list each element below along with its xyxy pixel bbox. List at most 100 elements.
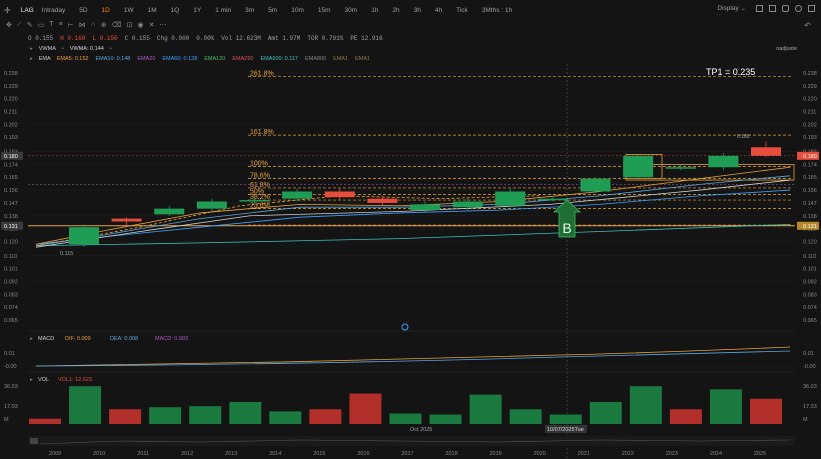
interval-tab[interactable]: 1W — [120, 7, 138, 14]
interval-tab[interactable]: Intraday — [38, 7, 70, 14]
interval-tab[interactable]: 5D — [75, 7, 91, 14]
ema-item[interactable]: EMA250 — [232, 56, 253, 62]
volume-bar[interactable] — [149, 407, 182, 424]
draw-tool-icon[interactable]: ✎ — [27, 21, 33, 29]
ema-item[interactable]: EMA5: 0.152 — [57, 56, 89, 62]
candle-body[interactable] — [537, 198, 568, 201]
measure-icon[interactable]: ⊢ — [68, 21, 74, 29]
volume-bar[interactable] — [549, 414, 582, 424]
candle-body[interactable] — [324, 191, 355, 198]
candle-body[interactable] — [367, 198, 398, 203]
ema-item[interactable]: EMA1 — [355, 56, 370, 62]
candle-body[interactable] — [495, 191, 526, 206]
interval-tab[interactable]: 1Y — [189, 7, 205, 14]
interval-tab[interactable]: 1M — [144, 7, 161, 14]
volume-bar[interactable] — [189, 406, 222, 424]
volume-bar[interactable] — [629, 386, 662, 424]
volume-bar[interactable] — [29, 418, 61, 424]
line-tool-icon[interactable]: ⟋ — [17, 21, 22, 29]
interval-tab[interactable]: 3Mths : 1h — [478, 7, 516, 14]
volume-bar[interactable] — [389, 413, 422, 425]
interval-tab[interactable]: Tick — [452, 7, 472, 14]
support-price-tag-label: 0.131 — [803, 224, 817, 230]
crosshair-icon[interactable]: ✛ — [0, 6, 15, 15]
zoom-icon[interactable]: ⊕ — [101, 21, 107, 29]
interval-tab[interactable]: 1Q — [167, 7, 184, 14]
candle-body[interactable] — [196, 201, 227, 209]
close-value: C 0.155 — [124, 34, 150, 42]
symbol-label[interactable]: LAG — [15, 7, 38, 14]
interval-tab[interactable]: 2h — [388, 7, 403, 14]
interval-tab[interactable]: 4h — [431, 7, 446, 14]
volume-bar[interactable] — [269, 411, 302, 424]
candle-body[interactable] — [665, 167, 696, 169]
interval-tab[interactable]: 15m — [314, 7, 335, 14]
more-icon[interactable]: ⋯ — [159, 21, 166, 29]
collapse-icon[interactable]: ▸ — [30, 56, 33, 62]
volume-bar[interactable] — [429, 414, 462, 424]
magnet-icon[interactable]: ∩ — [91, 21, 96, 29]
settings-icon[interactable] — [795, 4, 802, 12]
ema-item[interactable]: EMA800 — [305, 56, 326, 62]
visibility-icon[interactable]: ◉ — [137, 21, 143, 29]
volume-bar[interactable] — [69, 386, 102, 424]
candle-body[interactable] — [111, 218, 142, 222]
ema-item[interactable]: EMA120 — [204, 56, 225, 62]
ema-item[interactable]: EMA10: 0.148 — [95, 56, 130, 62]
vol-axis-label: 17.03 — [803, 404, 817, 410]
move-icon[interactable]: ✥ — [6, 21, 12, 29]
lock-icon[interactable]: ⊡ — [127, 21, 133, 29]
ema-item[interactable]: EMA1 — [333, 56, 348, 62]
window-icon[interactable] — [808, 4, 815, 12]
candle-body[interactable] — [154, 208, 185, 215]
delete-icon[interactable]: ✕ — [149, 21, 155, 29]
candle-body[interactable] — [623, 155, 654, 178]
candle-body[interactable] — [452, 201, 483, 208]
interval-tab[interactable]: 1h — [367, 7, 382, 14]
candle-body[interactable] — [580, 178, 611, 192]
fib-tool-icon[interactable]: ≡ — [59, 21, 63, 29]
candle-body[interactable] — [69, 227, 99, 245]
price-chart[interactable]: 0.238 0.238 0.229 0.229 0.220 0.220 0.211 0.211… — [0, 64, 821, 459]
interval-tab[interactable]: 1D — [98, 7, 114, 14]
volume-bar[interactable] — [109, 409, 142, 424]
pattern-icon[interactable]: ⋈ — [79, 21, 86, 29]
candle-body[interactable] — [282, 191, 313, 199]
ema-item[interactable]: EMA20 — [137, 56, 155, 62]
year-axis-label: 2020 — [534, 451, 546, 457]
grid-icon[interactable] — [769, 4, 776, 12]
candle-body[interactable] — [239, 200, 270, 202]
volume-bar[interactable] — [750, 398, 782, 424]
text-tool-icon[interactable]: T — [49, 21, 53, 29]
layout-icon[interactable] — [756, 4, 763, 12]
candle-body[interactable] — [751, 147, 781, 156]
interval-tab[interactable]: 3h — [410, 7, 425, 14]
ema-item[interactable]: EMA600: 0.117 — [260, 56, 298, 62]
interval-tab[interactable]: 5m — [264, 7, 281, 14]
main-pane[interactable] — [28, 64, 795, 327]
volume-bar[interactable] — [709, 389, 742, 424]
volume-bar[interactable] — [509, 409, 542, 424]
undo-icon[interactable]: ↶ — [804, 21, 811, 30]
candle-body[interactable] — [708, 155, 739, 168]
volume-bar[interactable] — [469, 394, 502, 424]
volume-bar[interactable] — [669, 409, 702, 424]
volume-bar[interactable] — [309, 409, 342, 424]
vwma-label[interactable]: VWMA — [39, 46, 56, 52]
candle-body[interactable] — [410, 204, 440, 211]
display-menu[interactable]: Display ⌄ — [713, 4, 750, 12]
interval-tab[interactable]: 1 min — [211, 7, 235, 14]
ema-item[interactable]: EMA60: 0.128 — [162, 56, 197, 62]
volume-bar[interactable] — [349, 393, 382, 424]
scroll-handle[interactable] — [30, 438, 38, 444]
eraser-icon[interactable]: ⌫ — [112, 21, 122, 29]
shape-tool-icon[interactable]: ▭ — [38, 21, 45, 29]
volume-bar[interactable] — [229, 401, 262, 424]
collapse-icon[interactable]: ▸ — [30, 46, 33, 52]
ema-label[interactable]: EMA — [39, 56, 51, 62]
volume-bar[interactable] — [589, 401, 622, 424]
interval-tab[interactable]: 3m — [241, 7, 258, 14]
interval-tab[interactable]: 10m — [287, 7, 308, 14]
camera-icon[interactable] — [782, 4, 789, 12]
interval-tab[interactable]: 30m — [341, 7, 362, 14]
